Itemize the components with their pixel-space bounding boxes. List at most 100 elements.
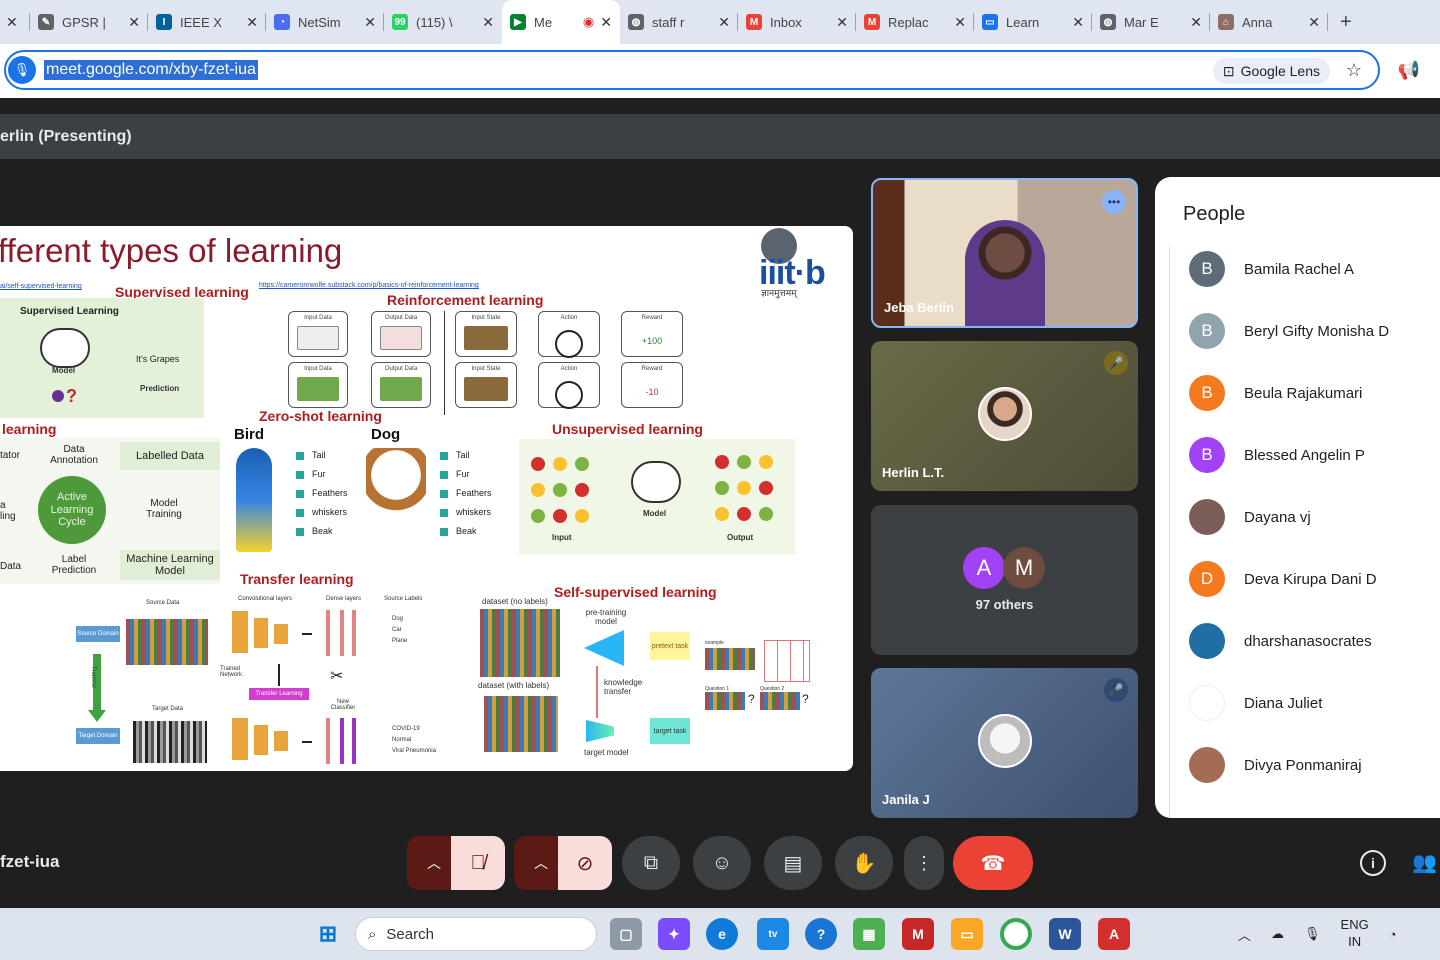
present-screen-icon: ⧉	[643, 851, 659, 874]
participant-row[interactable]: Divya Ponmaniraj ⋮	[1189, 745, 1440, 785]
close-icon[interactable]: ✕	[6, 14, 18, 31]
search-icon: ⌕	[368, 925, 377, 943]
brain-icon	[40, 328, 90, 368]
present-button[interactable]: ⧉	[622, 836, 680, 890]
language-indicator[interactable]: ENG IN	[1341, 917, 1369, 951]
fruit-icon	[575, 457, 589, 471]
url-text[interactable]: meet.google.com/xby-fzet-iua	[44, 60, 258, 80]
more-vert-icon[interactable]: ⋮	[1435, 757, 1440, 774]
rl-box: Action	[538, 311, 600, 358]
fruit-icon	[531, 457, 545, 471]
browser-tab[interactable]: ⌂ Anna ✕	[1210, 0, 1328, 44]
browser-tab[interactable]: I IEEE X ✕	[148, 0, 266, 44]
close-icon[interactable]: ✕	[482, 14, 494, 31]
new-tab-button[interactable]: +	[1328, 11, 1364, 34]
mytvs-icon[interactable]: tv	[757, 918, 789, 950]
help-icon[interactable]: ?	[805, 918, 837, 950]
chevron-up-icon[interactable]: ︿	[1238, 925, 1251, 944]
more-vert-icon[interactable]: ⋮	[1435, 261, 1440, 278]
close-icon[interactable]: ✕	[128, 14, 140, 31]
browser-tab[interactable]: ▭ Learn ✕	[974, 0, 1092, 44]
browser-tab[interactable]: M Replac ✕	[856, 0, 974, 44]
megaphone-icon[interactable]: 📢	[1398, 60, 1420, 81]
more-vert-icon[interactable]: ⋮	[1435, 447, 1440, 464]
windows-start-icon[interactable]: ⊞	[312, 918, 344, 950]
target-image-grid	[133, 721, 207, 763]
link[interactable]: https://cameronrwolfe.substack.com/p/bas…	[259, 282, 479, 289]
browser-tab[interactable]: M Inbox ✕	[738, 0, 856, 44]
unsupervised-panel: Model Input Output	[519, 439, 795, 555]
participant-row[interactable]: Dayana vj ⋮	[1189, 497, 1440, 537]
chrome-icon[interactable]	[1000, 918, 1032, 950]
link[interactable]: ai/self-supervised-learning	[0, 283, 82, 290]
source-domain-tag: Source Domain	[76, 626, 120, 642]
close-icon[interactable]: ✕	[600, 14, 612, 31]
captions-button[interactable]: ▤	[764, 836, 822, 890]
close-icon[interactable]: ✕	[364, 14, 376, 31]
close-icon[interactable]: ✕	[1308, 14, 1320, 31]
address-bar[interactable]: 🎙 meet.google.com/xby-fzet-iua ⊡ Google …	[4, 50, 1380, 90]
acrobat-icon[interactable]: A	[1098, 918, 1130, 950]
participant-tile-janila[interactable]: 🎤 Janila J	[871, 668, 1138, 818]
browser-tab[interactable]: ◔ NetSim ✕	[266, 0, 384, 44]
reactions-button[interactable]: ☺	[693, 836, 751, 890]
participant-row[interactable]: Diana Juliet ⋮	[1189, 683, 1440, 723]
tab-favicon-icon: M	[746, 14, 762, 30]
participant-row[interactable]: B Blessed Angelin P ⋮	[1189, 435, 1440, 475]
edge-icon[interactable]: e	[706, 918, 738, 950]
browser-tab[interactable]: ▶ Me ◉ ✕	[502, 0, 620, 44]
taskbar-search[interactable]: ⌕ Search	[355, 917, 597, 951]
mic-icon[interactable]: 🎙	[8, 56, 36, 84]
heading-transfer: Transfer learning	[240, 571, 354, 587]
mic-toggle-button[interactable]: 🎙̸	[451, 836, 505, 890]
leave-call-button[interactable]: ☎	[953, 836, 1033, 890]
browser-tab[interactable]: ✎ GPSR | ✕	[30, 0, 148, 44]
rl-box: Output Data	[371, 362, 431, 408]
participant-row[interactable]: dharshanasocrates ⋮	[1189, 621, 1440, 661]
participant-row[interactable]: B Bamila Rachel A ⋮	[1189, 249, 1440, 289]
participant-tile-others[interactable]: A M 97 others	[871, 505, 1138, 655]
browser-tab[interactable]: 99 (115) \ ✕	[384, 0, 502, 44]
more-vert-icon[interactable]: ⋮	[1435, 323, 1440, 340]
task-view-icon[interactable]: ▢	[610, 918, 642, 950]
avatar	[977, 387, 1032, 441]
more-vert-icon: ⋮	[915, 852, 933, 873]
participant-tile-jeba[interactable]: ••• Jeba Berlin	[871, 178, 1138, 328]
browser-tab[interactable]: ◍ staff r ✕	[620, 0, 738, 44]
close-icon[interactable]: ✕	[718, 14, 730, 31]
mic-icon[interactable]: 🎙	[1304, 926, 1321, 942]
participant-tile-herlin[interactable]: 🎤 Herlin L.T.	[871, 341, 1138, 491]
close-icon[interactable]: ✕	[836, 14, 848, 31]
google-lens-button[interactable]: ⊡ Google Lens	[1212, 58, 1330, 84]
mcafee-icon[interactable]: M	[902, 918, 934, 950]
people-icon[interactable]: 👥	[1412, 850, 1437, 875]
more-vert-icon[interactable]: ⋮	[1435, 695, 1440, 712]
file-explorer-icon[interactable]: ▭	[951, 918, 983, 950]
close-icon[interactable]: ✕	[1190, 14, 1202, 31]
participant-name: Beryl Gifty Monisha D	[1244, 322, 1390, 340]
wifi-icon[interactable]: ◔	[1389, 927, 1397, 942]
fruit-icon	[531, 483, 545, 497]
close-icon[interactable]: ✕	[246, 14, 258, 31]
more-vert-icon[interactable]: ⋮	[1435, 571, 1440, 588]
close-icon[interactable]: ✕	[1072, 14, 1084, 31]
close-icon[interactable]: ✕	[954, 14, 966, 31]
participant-row[interactable]: D Deva Kirupa Dani D ⋮	[1189, 559, 1440, 599]
camera-toggle-button[interactable]: ⊘	[558, 836, 612, 890]
more-options-button[interactable]: ⋮	[904, 836, 944, 890]
browser-tab[interactable]: ◍ Mar E ✕	[1092, 0, 1210, 44]
word-icon[interactable]: W	[1049, 918, 1081, 950]
more-vert-icon[interactable]: ⋮	[1435, 633, 1440, 650]
slide-title: fferent types of learning	[0, 232, 343, 269]
onedrive-icon[interactable]: ☁	[1271, 926, 1284, 942]
tab-partial[interactable]: ✕	[0, 0, 30, 44]
participant-row[interactable]: B Beryl Gifty Monisha D ⋮	[1189, 311, 1440, 351]
participant-row[interactable]: B Beula Rajakumari ⋮	[1189, 373, 1440, 413]
raise-hand-button[interactable]: ✋	[835, 836, 893, 890]
more-vert-icon[interactable]: ⋮	[1435, 385, 1440, 402]
bookmark-star-icon[interactable]: ☆	[1346, 60, 1362, 81]
store-icon[interactable]: ▦	[853, 918, 885, 950]
copilot-icon[interactable]: ✦	[658, 918, 690, 950]
info-icon[interactable]: i	[1360, 850, 1386, 876]
more-vert-icon[interactable]: ⋮	[1435, 509, 1440, 526]
